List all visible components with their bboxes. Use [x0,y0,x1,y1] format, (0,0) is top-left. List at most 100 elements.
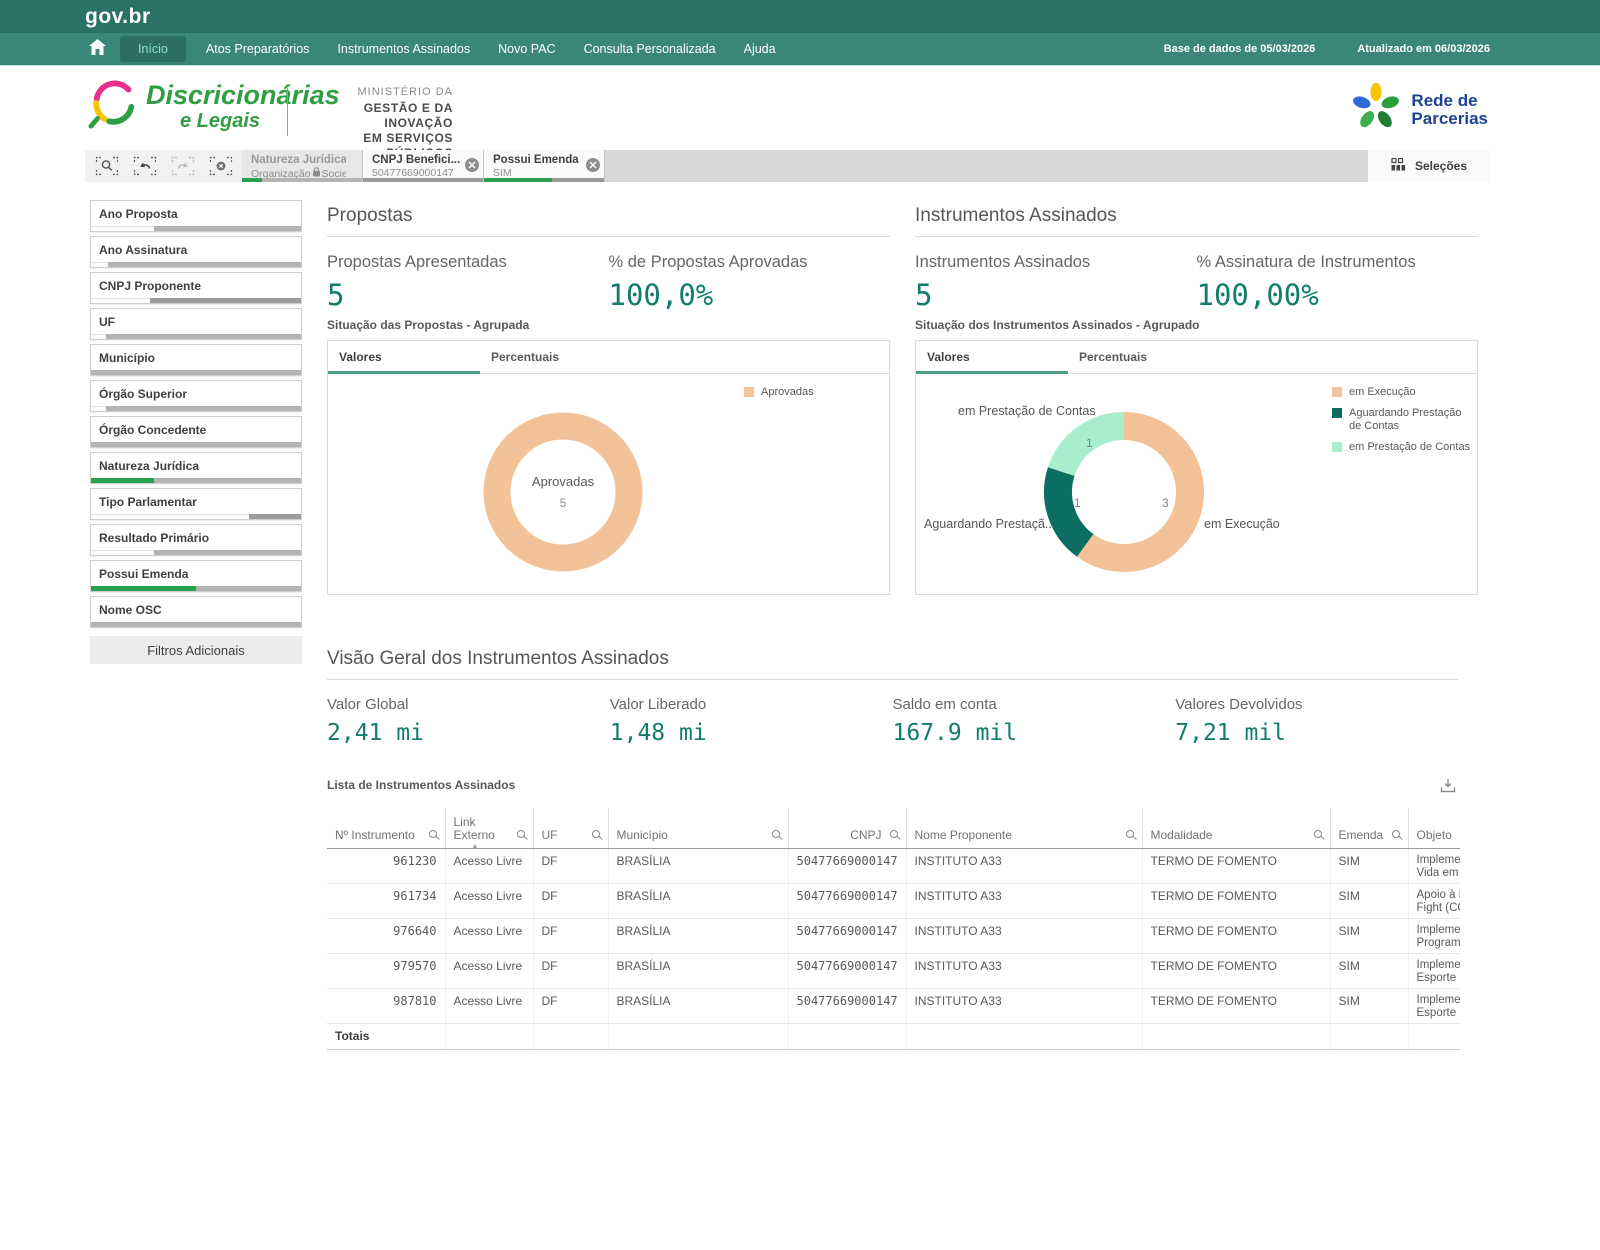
cell-link[interactable]: Acesso Livre [445,883,533,918]
objeto-line: Apoio à Re [1417,889,1453,902]
filter-cnpj-proponente[interactable]: CNPJ Proponente [90,272,302,304]
column-header-cnpj[interactable]: CNPJ [788,808,906,848]
chip-remove-icon[interactable] [465,158,479,172]
kpi-propostas-apresentadas: Propostas Apresentadas 5 [327,253,609,312]
selection-state-segment [154,226,301,231]
kpi-instrumentos-assinados: Instrumentos Assinados 5 [915,253,1197,312]
download-icon[interactable] [1440,778,1456,798]
column-header-inner: Modalidade [1151,829,1322,842]
cell-num: 987810 [327,988,445,1023]
column-header-modalidade[interactable]: Modalidade [1142,808,1330,848]
table-section: Lista de Instrumentos Assinados Nº Instr… [327,778,1458,1050]
column-header-n-instrumento[interactable]: Nº Instrumento [327,808,445,848]
cell-municipio: BRASÍLIA [608,988,788,1023]
partner-star-icon [1351,82,1401,137]
nav-item-novo-pac[interactable]: Novo PAC [484,33,569,65]
filter-tipo-parlamentar[interactable]: Tipo Parlamentar [90,488,302,520]
filter-nome-osc[interactable]: Nome OSC [90,596,302,628]
chip-title: Natureza Jurídica [251,154,346,166]
kpi-label: % de Propostas Aprovadas [609,253,891,272]
chip-title: CNPJ Benefici... [372,154,467,166]
slice-value-em-execucao: 3 [1162,496,1169,510]
column-header-inner: Emenda [1339,829,1400,842]
selection-chip-cnpj-benefici[interactable]: CNPJ Benefici...50477669000147 [363,150,484,182]
search-icon[interactable] [429,830,437,838]
filter-municipio[interactable]: Município [90,344,302,376]
tab-percentuais[interactable]: Percentuais [1068,341,1220,373]
column-header-inner: Link Externo [454,816,525,842]
filter-natureza-juridica[interactable]: Natureza Jurídica [90,452,302,484]
nav-item-ajuda[interactable]: Ajuda [730,33,790,65]
step-forward-button[interactable] [169,155,196,178]
cell-link[interactable]: Acesso Livre [445,918,533,953]
column-header-label: Objeto [1417,829,1452,842]
cell-municipio: BRASÍLIA [608,883,788,918]
filter-resultado-primario[interactable]: Resultado Primário [90,524,302,556]
cell-nome: INSTITUTO A33 [906,988,1142,1023]
search-icon[interactable] [890,830,898,838]
cell-modalidade: TERMO DE FOMENTO [1142,988,1330,1023]
filter-orgao-concedente[interactable]: Órgão Concedente [90,416,302,448]
nav-items: InícioAtos PreparatóriosInstrumentos Ass… [120,33,790,65]
filter-label: Município [91,345,301,365]
filter-orgao-superior[interactable]: Órgão Superior [90,380,302,412]
search-icon[interactable] [772,830,780,838]
search-icon[interactable] [1314,830,1322,838]
step-back-button[interactable] [131,155,158,178]
column-header-label: Nº Instrumento [335,829,415,842]
tab-percentuais[interactable]: Percentuais [480,341,632,373]
legend-label: Aprovadas [761,386,814,399]
tab-valores[interactable]: Valores [916,341,1068,373]
kpi-label: % Assinatura de Instrumentos [1197,253,1479,272]
cell-cnpj: 50477669000147 [788,953,906,988]
chip-title: Possui Emenda [493,154,588,166]
nav-item-instrumentos-assinados[interactable]: Instrumentos Assinados [323,33,484,65]
selection-state-segment [106,406,301,411]
nav-item-consulta-personalizada[interactable]: Consulta Personalizada [570,33,730,65]
filter-ano-assinatura[interactable]: Ano Assinatura [90,236,302,268]
column-header-link-externo[interactable]: Link Externo▲ [445,808,533,848]
kpi-label: Instrumentos Assinados [915,253,1197,272]
search-icon[interactable] [1392,830,1400,838]
column-header-municipio[interactable]: Município [608,808,788,848]
filter-ano-proposta[interactable]: Ano Proposta [90,200,302,232]
donut-chart-instrumentos[interactable]: em ExecuçãoAguardando Prestação de Conta… [916,374,1477,594]
column-header-emenda[interactable]: Emenda [1330,808,1408,848]
search-icon[interactable] [517,830,525,838]
filter-selection-bar [91,586,301,591]
chip-remove-icon[interactable] [586,158,600,172]
app-logo-swirl-icon [88,78,140,135]
donut-chart-propostas[interactable]: AprovadasAprovadas5 [328,374,889,594]
column-header-uf[interactable]: UF [533,808,608,848]
filter-possui-emenda[interactable]: Possui Emenda [90,560,302,592]
kpi-value: 5 [915,278,1197,312]
more-filters-button[interactable]: Filtros Adicionais [90,636,302,664]
selection-state-segment [154,478,301,483]
selection-bar: Natureza JurídicaOrganizaçãoSocieda...CN… [85,150,1490,182]
cell-link[interactable]: Acesso Livre [445,988,533,1023]
selection-chip-possui-emenda[interactable]: Possui EmendaSIM [484,150,605,182]
selection-state-segment [154,550,301,555]
govbr-logo[interactable]: gov.br [85,5,151,29]
home-button[interactable] [80,33,114,65]
smart-search-button[interactable] [93,155,120,178]
column-header-nome-proponente[interactable]: Nome Proponente [906,808,1142,848]
slice-value-aguardando-prestacao-de-contas: 1 [1074,496,1081,510]
brand-divider [287,88,288,136]
totals-cell [1408,1023,1460,1049]
selection-chip-natureza-juridica[interactable]: Natureza JurídicaOrganizaçãoSocieda... [242,150,363,182]
nav-item-atos-preparatorios[interactable]: Atos Preparatórios [192,33,324,65]
cell-link[interactable]: Acesso Livre [445,848,533,883]
selections-button[interactable]: Seleções [1368,150,1490,182]
selection-state-segment [249,514,302,519]
search-icon[interactable] [1126,830,1134,838]
column-header-objeto[interactable]: Objeto [1408,808,1460,848]
nav-item-inicio[interactable]: Início [120,36,186,62]
search-icon[interactable] [592,830,600,838]
filter-selection-bar [91,478,301,483]
tab-valores[interactable]: Valores [328,341,480,373]
cell-link[interactable]: Acesso Livre [445,953,533,988]
filter-uf[interactable]: UF [90,308,302,340]
chart-legend: Aprovadas [744,386,884,407]
clear-selections-button[interactable] [207,155,234,178]
